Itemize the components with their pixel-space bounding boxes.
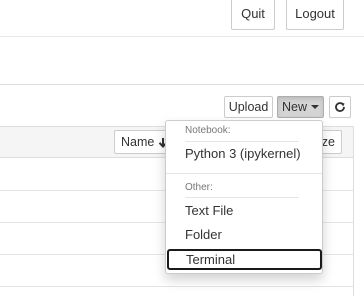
sort-size-label: ze [321, 135, 335, 149]
menu-item-python3[interactable]: Python 3 (ipykernel) [185, 146, 301, 161]
list-panel-border [353, 158, 354, 296]
new-button-label: New [281, 100, 307, 114]
tab-strip-divider [0, 84, 364, 85]
file-browser-page: Quit Logout Upload New Name ze Notebook:… [0, 0, 364, 296]
caret-down-icon [311, 105, 319, 109]
menu-header-divider [185, 141, 299, 142]
notebook-section-header: Notebook: [185, 125, 231, 136]
menu-divider [166, 173, 322, 174]
menu-item-text-file[interactable]: Text File [185, 203, 233, 218]
refresh-icon [335, 102, 345, 112]
menu-item-terminal[interactable]: Terminal [167, 249, 322, 270]
new-dropdown-menu: Notebook: Python 3 (ipykernel) Other: Te… [165, 120, 323, 274]
new-dropdown-button[interactable]: New [277, 96, 324, 118]
sort-name-label: Name [121, 135, 155, 149]
quit-button[interactable]: Quit [231, 0, 275, 30]
menu-item-folder[interactable]: Folder [185, 227, 222, 242]
list-row-divider [0, 286, 354, 287]
header-bar: Quit Logout [0, 0, 364, 37]
menu-header-divider [185, 197, 299, 198]
logout-button[interactable]: Logout [286, 0, 344, 30]
upload-button[interactable]: Upload [224, 96, 273, 118]
refresh-button[interactable] [329, 96, 351, 118]
other-section-header: Other: [185, 182, 213, 193]
sort-by-name-button[interactable]: Name [114, 130, 170, 154]
